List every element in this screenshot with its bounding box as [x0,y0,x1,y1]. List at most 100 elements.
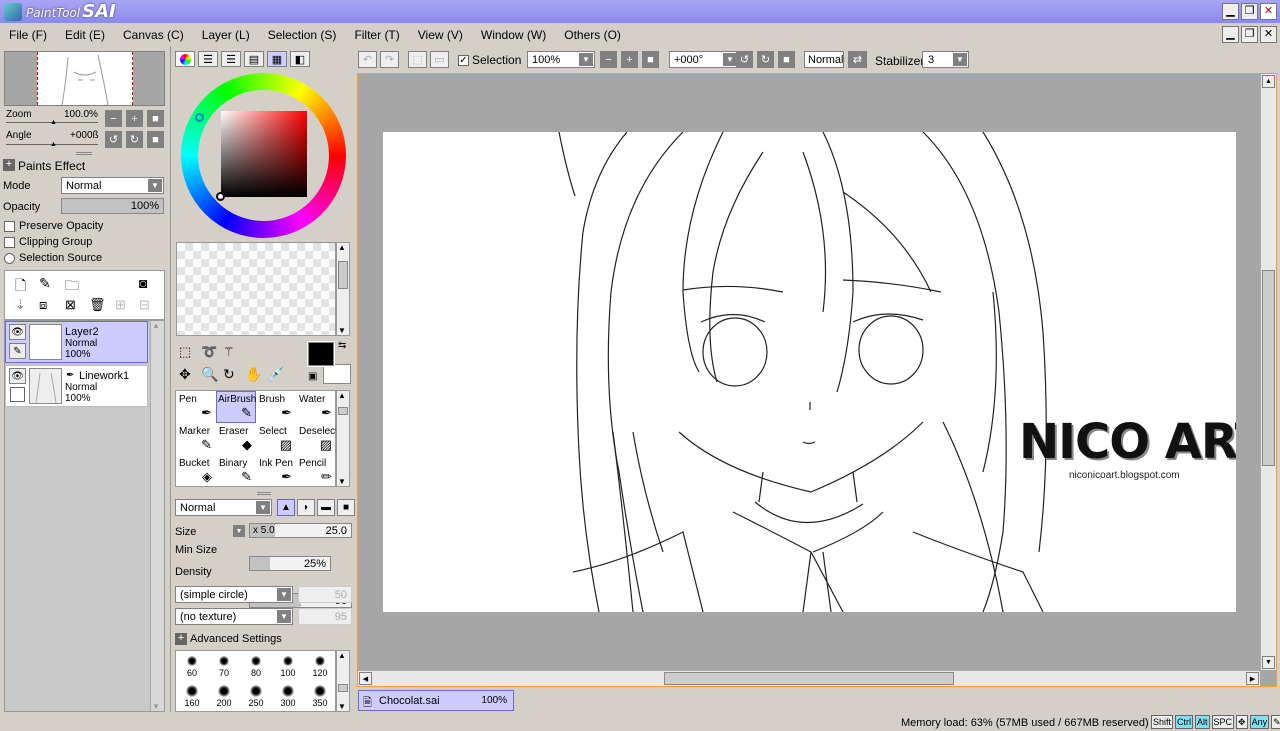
menu-window[interactable]: Window (W) [472,28,555,42]
toolbar-rotate-left-button[interactable]: ↺ [736,51,753,68]
stabilizer-select[interactable]: 3 ▼ [922,51,969,68]
brush-texture-select[interactable]: (no texture) ▼ [175,608,293,625]
scroll-down-icon[interactable]: ▼ [338,326,346,335]
chevron-down-icon[interactable]: ▼ [277,588,291,601]
presets-scrollbar[interactable]: ▲ ▼ [336,650,350,712]
shape-soft-button[interactable]: ◗ [297,499,315,516]
shape-hard-button[interactable]: ■ [337,499,355,516]
color-wheel-tab[interactable] [175,51,195,67]
expand-icon[interactable]: + [3,159,15,171]
zoom-in-button[interactable]: + [126,110,143,127]
scratchpad[interactable] [176,242,336,336]
menu-selection[interactable]: Selection (S) [259,28,346,42]
toolbar-rotate-reset-button[interactable]: ■ [778,51,795,68]
brush-size-preset[interactable]: 160 [176,681,208,711]
scroll-up-icon[interactable]: ▲ [152,321,160,330]
hsv-slider-tab[interactable]: ☰ [221,51,241,67]
tool-deselect[interactable]: Deselect ▨ [296,423,338,455]
transparent-color-icon[interactable]: ▣ [308,371,317,382]
mode-select[interactable]: Normal ▼ [61,177,164,194]
tool-binary[interactable]: Binary ✎ [216,455,256,487]
texture-strength-slider[interactable]: 95 [298,608,352,625]
scroll-down-icon[interactable]: ▼ [1262,656,1275,669]
selection-checkbox[interactable]: ✓ [458,54,469,66]
rotate-reset-button[interactable]: ■ [147,131,164,148]
angle-select[interactable]: +000° ▼ [669,51,739,68]
lasso-icon[interactable]: ➰ [201,344,217,360]
document-tab[interactable]: 🗎 Chocolat.sai 100% [358,690,514,711]
scroll-thumb[interactable] [1262,270,1275,466]
zoom-reset-button[interactable]: ■ [147,110,164,127]
menu-layer[interactable]: Layer (L) [193,28,259,42]
scroll-right-icon[interactable]: ▶ [1246,672,1259,685]
menu-view[interactable]: View (V) [409,28,472,42]
new-linework-layer-icon[interactable]: ✎ [39,275,51,292]
scroll-down-icon[interactable]: ▼ [152,702,160,711]
tool-ink-pen[interactable]: Ink Pen ✒ [256,455,296,487]
color-wheel[interactable] [181,73,346,238]
menu-others[interactable]: Others (O) [555,28,630,42]
canvas-vertical-scrollbar[interactable]: ▲ ▼ [1260,74,1276,670]
chevron-down-icon[interactable]: ▼ [579,53,593,66]
tool-marker[interactable]: Marker ✎ [176,423,216,455]
min-size-slider[interactable]: 25% [249,556,331,571]
scroll-thumb[interactable] [338,684,348,692]
preserve-opacity-option[interactable]: Preserve Opacity [4,220,103,232]
magic-wand-icon[interactable]: ⚚ [223,344,235,360]
swap-colors-icon[interactable]: ⇆ [338,340,346,351]
rotate-tool-icon[interactable]: ↻ [223,366,235,383]
deselect-button[interactable]: ⬚ [408,51,427,68]
tool-eraser[interactable]: Eraser ◆ [216,423,256,455]
panel-splitter[interactable] [76,152,92,155]
scroll-up-icon[interactable]: ▲ [338,391,346,400]
chevron-down-icon[interactable]: ▼ [953,53,967,66]
scratchpad-scrollbar[interactable]: ▲ ▼ [336,242,350,336]
chevron-down-icon[interactable]: ▼ [256,501,270,514]
visibility-eye-icon[interactable]: 👁 [9,324,26,340]
scroll-thumb[interactable] [338,261,348,289]
menu-edit[interactable]: Edit (E) [56,28,114,42]
menu-canvas[interactable]: Canvas (C) [114,28,193,42]
toolbar-zoom-out-button[interactable]: − [600,51,617,68]
size-slider[interactable]: x 5.0 25.0 [249,523,352,538]
scroll-up-icon[interactable]: ▲ [338,651,346,660]
visibility-eye-icon[interactable]: 👁 [9,368,26,384]
brush-size-preset[interactable]: 350 [304,681,336,711]
opacity-slider[interactable]: 100% [61,198,164,214]
canvas-horizontal-scrollbar[interactable]: ◀ ▶ [358,670,1260,686]
panel-splitter[interactable] [257,492,271,495]
close-button[interactable]: ✕ [1260,3,1277,20]
chevron-down-icon[interactable]: ▼ [148,179,162,192]
layer-row-layer2[interactable]: 👁 ✎ Layer2 Normal 100% [5,321,148,363]
brush-size-preset[interactable]: 300 [272,681,304,711]
advanced-settings-label[interactable]: Advanced Settings [190,633,282,645]
rotate-right-button[interactable]: ↻ [126,131,143,148]
tool-brush[interactable]: Brush ✒ [256,391,296,423]
scroll-down-icon[interactable]: ▼ [338,702,346,711]
clear-layer-icon[interactable]: ⊠ [65,297,76,313]
brush-shape-select[interactable]: (simple circle) ▼ [175,586,293,603]
selection-source-radio[interactable] [4,252,15,264]
brush-size-preset[interactable]: 60 [176,651,208,681]
shape-sharp-button[interactable]: ▲ [277,499,295,516]
brush-size-preset[interactable]: 200 [208,681,240,711]
doc-restore-button[interactable]: ❐ [1241,26,1258,43]
toolbar-rotate-right-button[interactable]: ↻ [757,51,774,68]
saturation-value-square[interactable] [221,111,307,197]
view-blend-mode[interactable]: Normal [804,51,844,68]
doc-close-button[interactable]: ✕ [1260,26,1277,43]
zoom-slider-thumb-icon[interactable]: ▲ [50,119,57,126]
paints-effect-header[interactable]: Paints Effect [18,159,85,173]
tool-pencil[interactable]: Pencil ✏ [296,455,336,487]
clipping-group-option[interactable]: Clipping Group [4,236,92,248]
apply-mask-icon[interactable]: ⊞ [115,297,126,313]
brush-size-preset[interactable]: 120 [304,651,336,681]
background-color-swatch[interactable] [323,364,351,384]
brush-lock-toggle[interactable] [10,387,25,402]
layer-row-linework1[interactable]: 👁 ✒ Linework1 Normal 100% [5,365,148,407]
scroll-up-icon[interactable]: ▲ [338,243,346,252]
scroll-thumb[interactable] [664,672,954,685]
canvas-viewport[interactable]: NICO ART niconicoart.blogspot.com ▲ ▼ ◀ … [357,73,1277,687]
eyedropper-icon[interactable]: 💉 [267,366,284,383]
transfer-down-icon[interactable]: ⇣ [15,297,26,313]
